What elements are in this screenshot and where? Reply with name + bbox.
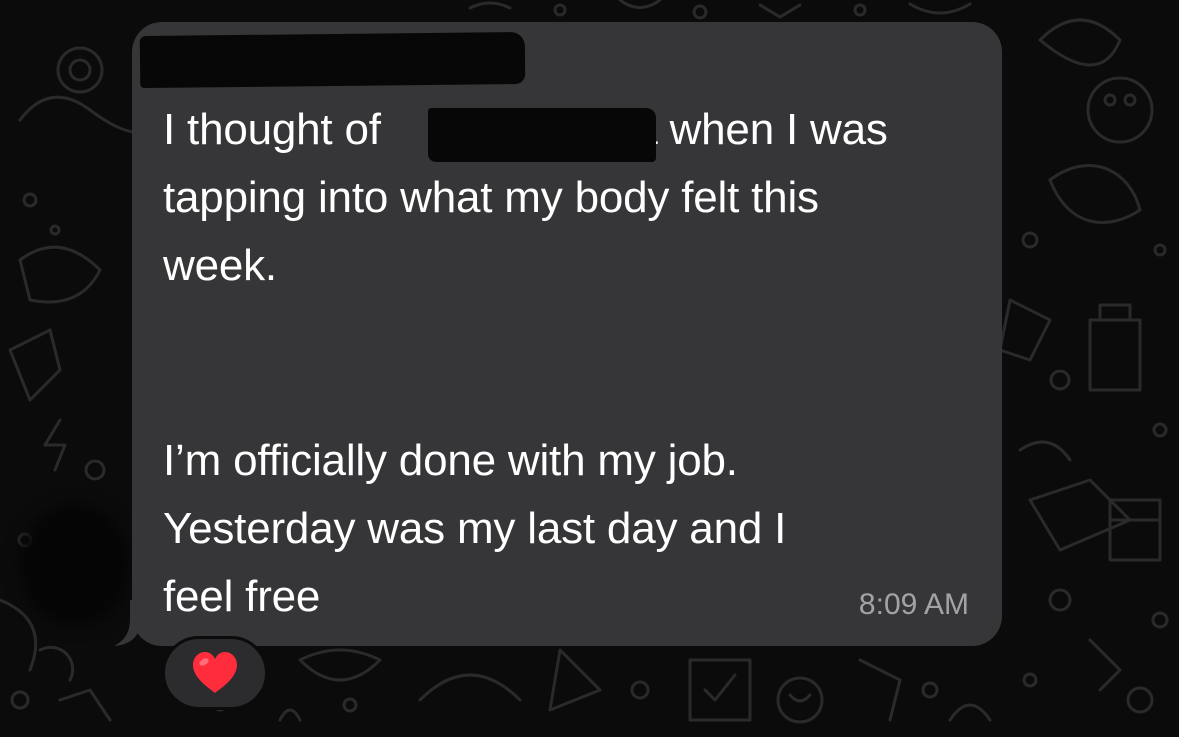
sender-name-redaction-smudge	[160, 56, 460, 82]
reaction-badge[interactable]	[162, 636, 268, 710]
name-redaction-bar	[428, 108, 656, 162]
heart-icon	[193, 652, 237, 693]
message-timestamp: 8:09 AM	[858, 588, 969, 621]
bubble-tail	[114, 600, 140, 646]
message-text-paragraph-2: I’m officially done with my job. Yesterd…	[163, 436, 787, 621]
